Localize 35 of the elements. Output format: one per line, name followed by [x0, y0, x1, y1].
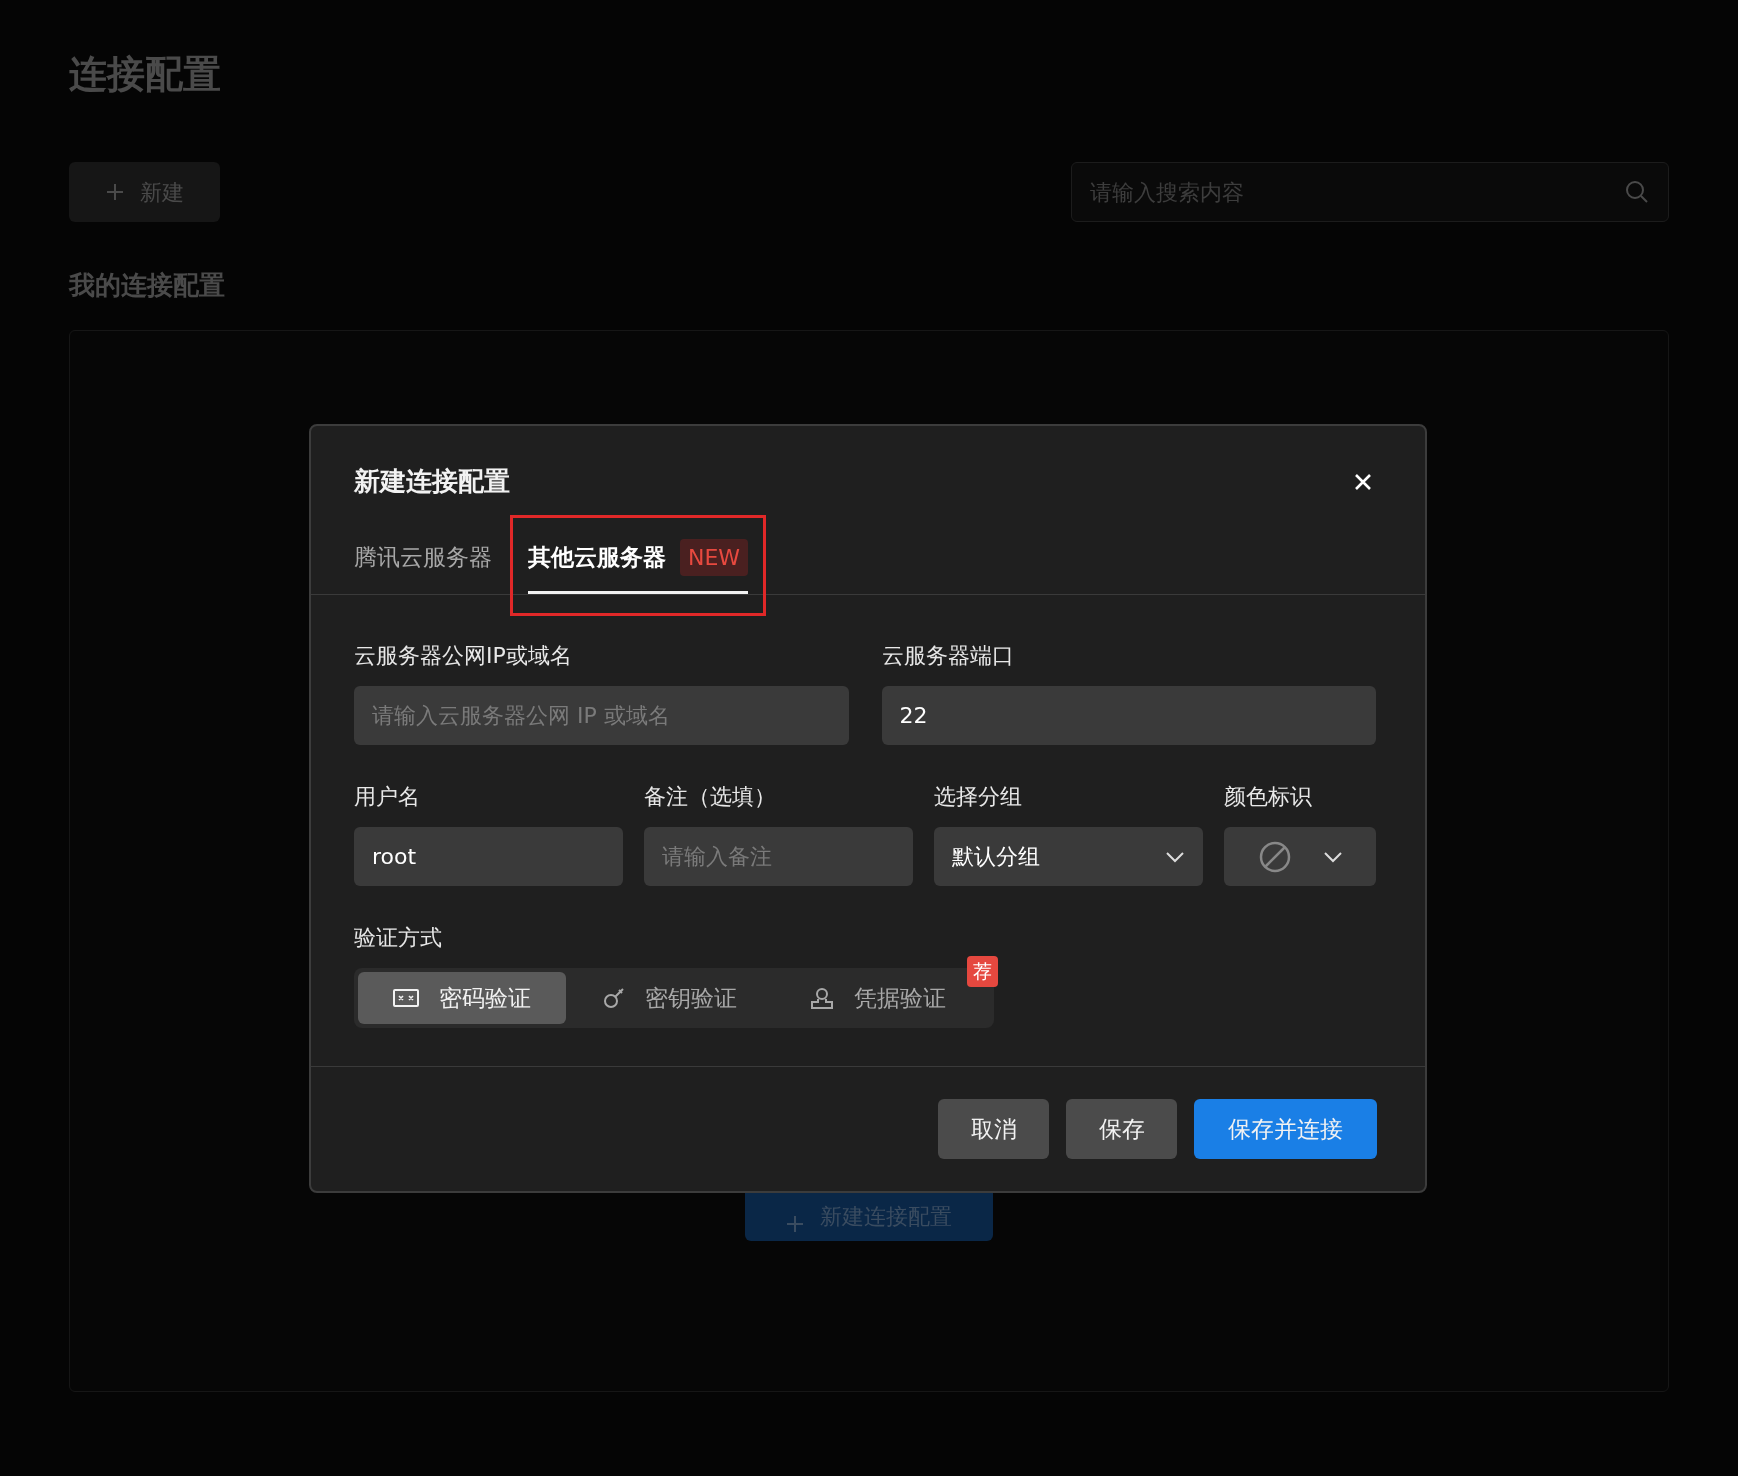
- no-color-icon: [1257, 839, 1292, 874]
- tab[interactable]: 其他云服务器 NEW: [528, 529, 749, 594]
- section-title: 我的连接配置: [69, 269, 226, 302]
- recommended-badge: 荐: [967, 956, 998, 987]
- save-connect-button[interactable]: 保存并连接: [1194, 1099, 1377, 1159]
- password-icon: [393, 988, 419, 1008]
- plus-icon: [105, 183, 124, 201]
- dialog-title: 新建连接配置: [354, 465, 510, 498]
- page-title: 连接配置: [69, 51, 222, 98]
- group-select[interactable]: 默认分组: [934, 827, 1203, 886]
- auth-option[interactable]: 密钥验证: [566, 972, 774, 1024]
- field-label: 云服务器公网IP或域名: [354, 642, 573, 670]
- input-field[interactable]: 请输入云服务器公网 IP 或域名: [354, 686, 849, 745]
- plus-icon: [786, 1215, 804, 1233]
- input-field[interactable]: root: [354, 827, 623, 886]
- field-label: 云服务器端口: [881, 642, 1015, 670]
- new-badge: NEW: [680, 539, 749, 576]
- close-icon: [1354, 473, 1372, 491]
- field-label: 用户名: [354, 783, 421, 811]
- auth-option[interactable]: 密码验证: [358, 972, 566, 1024]
- search-icon: [1625, 180, 1649, 204]
- dialog-button[interactable]: 保存: [1066, 1099, 1177, 1159]
- chevron-down-icon: [1165, 850, 1185, 863]
- chevron-down-icon: [1322, 850, 1343, 863]
- input-field[interactable]: 22: [881, 686, 1376, 745]
- color-select[interactable]: [1224, 827, 1376, 886]
- tab[interactable]: 腾讯云服务器: [354, 529, 492, 594]
- field-label: 选择分组: [934, 783, 1023, 811]
- key-icon: [603, 987, 625, 1009]
- input-field[interactable]: 请输入备注: [644, 827, 913, 886]
- person-icon: [810, 987, 834, 1009]
- field-label: 颜色标识: [1224, 783, 1313, 811]
- field-label: 验证方式: [354, 924, 443, 952]
- dialog-button[interactable]: 取消: [938, 1099, 1049, 1159]
- field-label: 备注（选填）: [644, 783, 777, 811]
